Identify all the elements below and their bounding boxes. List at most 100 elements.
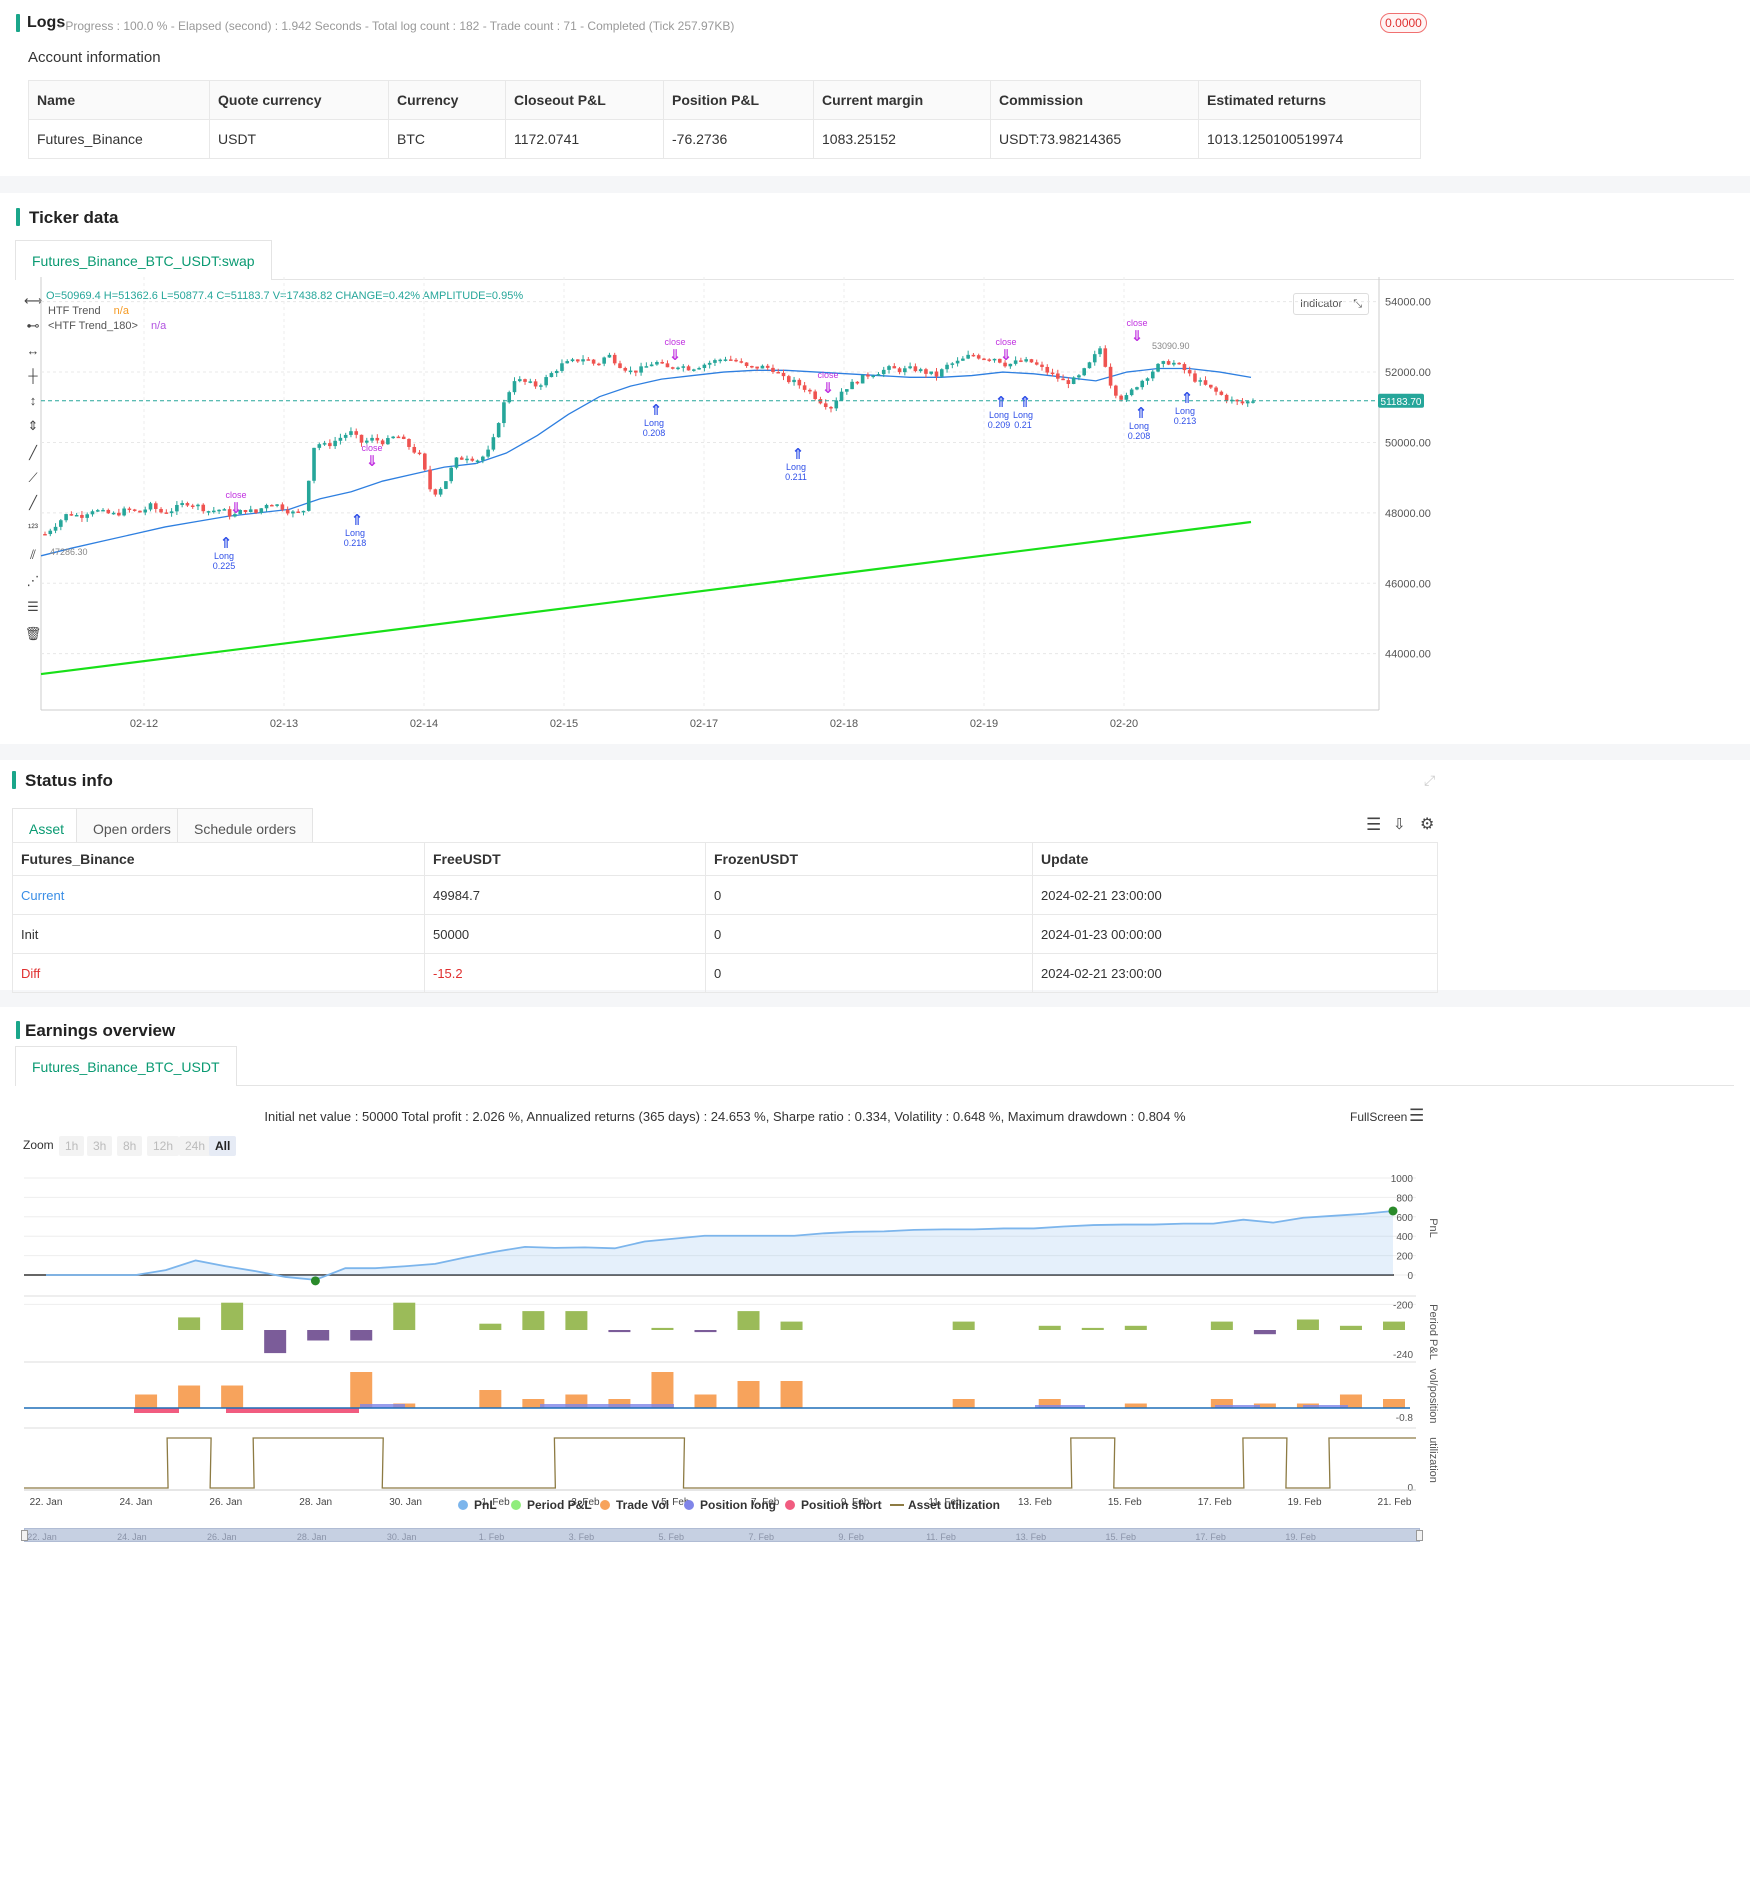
legend-asset-utilization[interactable]: Asset utilization [890,1498,1000,1512]
trade-vol-bar [737,1381,760,1408]
candle-body [718,359,723,362]
candle-body [644,366,649,368]
col-exchange: Futures_Binance [12,842,425,876]
candle-body [343,434,348,438]
status-title: Status info [25,771,113,790]
candle-body [1124,395,1129,400]
candle-body [728,359,733,361]
navigator-tick-label: 7. Feb [748,1532,774,1542]
candle-body [961,358,965,361]
cell: 50000 [424,914,706,954]
candle-body [449,467,453,482]
navigator-tick-label: 9. Feb [838,1532,864,1542]
candle-body [924,369,928,374]
candle-body [438,488,443,495]
close-label: close [817,370,838,380]
candle-body [454,457,459,468]
fullscreen-button[interactable]: FullScreen [1350,1110,1407,1124]
candle-body [676,367,680,370]
section-marker [16,14,20,32]
candle-body [539,385,543,387]
row-current-label[interactable]: Current [12,875,425,915]
x-tick-label: 19. Feb [1288,1497,1322,1508]
candle-body [702,364,707,368]
settings-gear-icon[interactable]: ⚙ [1420,814,1434,834]
min-point-marker [310,1276,320,1286]
candle-body [301,510,306,513]
legend-position-long[interactable]: Position long [684,1498,776,1512]
chart-menu-icon[interactable]: ☰ [1409,1106,1424,1126]
download-icon[interactable]: ⇩ [1393,815,1406,833]
ticker-section: Ticker data Futures_Binance_BTC_USDT:swa… [0,193,1750,744]
candle-body [1193,373,1197,382]
list-view-icon[interactable]: ☰ [1366,815,1381,835]
trade-label: Long [989,410,1009,420]
trade-label: Long [1129,421,1149,431]
candle-body [175,504,179,512]
navigator-tick-label: 15. Feb [1106,1532,1137,1542]
candle-body [554,370,559,374]
candle-body [1240,401,1245,404]
candle-body [1208,384,1213,388]
candle-body [939,369,944,377]
trade-label: Long [644,418,664,428]
candle-body [850,381,854,390]
long-arrow-icon: ⇑ [792,446,805,463]
tab-earnings-symbol[interactable]: Futures_Binance_BTC_USDT [15,1046,237,1086]
pnl-badge: 0.0000 [1380,13,1427,33]
candle-body [591,359,596,364]
col-update: Update [1032,842,1438,876]
candle-body [855,381,860,384]
legend-pnl[interactable]: PnL [458,1498,497,1512]
table-row: Init 50000 0 2024-01-23 00:00:00 [12,914,1438,954]
period-pnl-bar [780,1321,803,1330]
x-tick-label: 30. Jan [389,1497,422,1508]
col-current-margin: Current margin [813,80,991,120]
candle-body [570,359,575,362]
trade-vol-bar [350,1372,373,1408]
candle-body [776,371,781,374]
candle-body [575,359,580,362]
cell: 1172.0741 [505,119,664,159]
candle-body [1056,373,1060,379]
candle-body [386,438,390,445]
candle-body [1145,378,1150,381]
period-pnl-bar [565,1311,588,1330]
candle-body [270,504,274,507]
earnings-chart[interactable]: 1000 800 600 400 200 0 -200 PnL -240 Period P&L -0… [0,1150,1750,1590]
utilization-line [24,1437,1416,1489]
candle-body [317,444,322,448]
candle-body [892,366,897,369]
collapse-icon[interactable]: ⤢ [1424,772,1435,789]
cell: 1013.1250100519974 [1198,119,1421,159]
x-tick-label: 26. Jan [209,1497,242,1508]
col-name: Name [28,80,210,120]
long-arrow-icon: ⇑ [220,535,233,552]
candle-body [127,508,132,511]
long-arrow-icon: ⇑ [351,512,364,529]
candle-body [887,366,891,370]
candle-body [845,389,849,392]
candle-body [322,443,327,445]
candle-body [950,363,955,365]
navigator-tick-label: 24. Jan [117,1532,147,1542]
price-chart[interactable]: 54000.00 52000.00 50000.00 48000.00 46000.00… [0,193,1750,744]
legend-position-short[interactable]: Position short [785,1498,882,1512]
period-pnl-bar [1210,1321,1233,1330]
cell: 0 [705,914,1033,954]
candle-body [823,403,828,408]
legend-trade-vol[interactable]: Trade Vol [600,1498,669,1512]
candle-body [781,372,786,377]
trade-vol-bar [952,1399,975,1408]
close-label: close [995,337,1016,347]
candle-body [159,508,163,513]
candle-body [829,407,833,409]
y-tick-label: -240 [1393,1350,1413,1361]
legend-period-pnl[interactable]: Period P&L [511,1498,592,1512]
x-tick-label: 02-20 [1110,718,1138,730]
candle-body [280,504,285,510]
x-tick-label: 21. Feb [1378,1497,1412,1508]
y-tick-label: 54000.00 [1385,297,1431,309]
axis-title-vol-position: vol/position [1427,1368,1439,1423]
candle-body [1182,364,1187,371]
